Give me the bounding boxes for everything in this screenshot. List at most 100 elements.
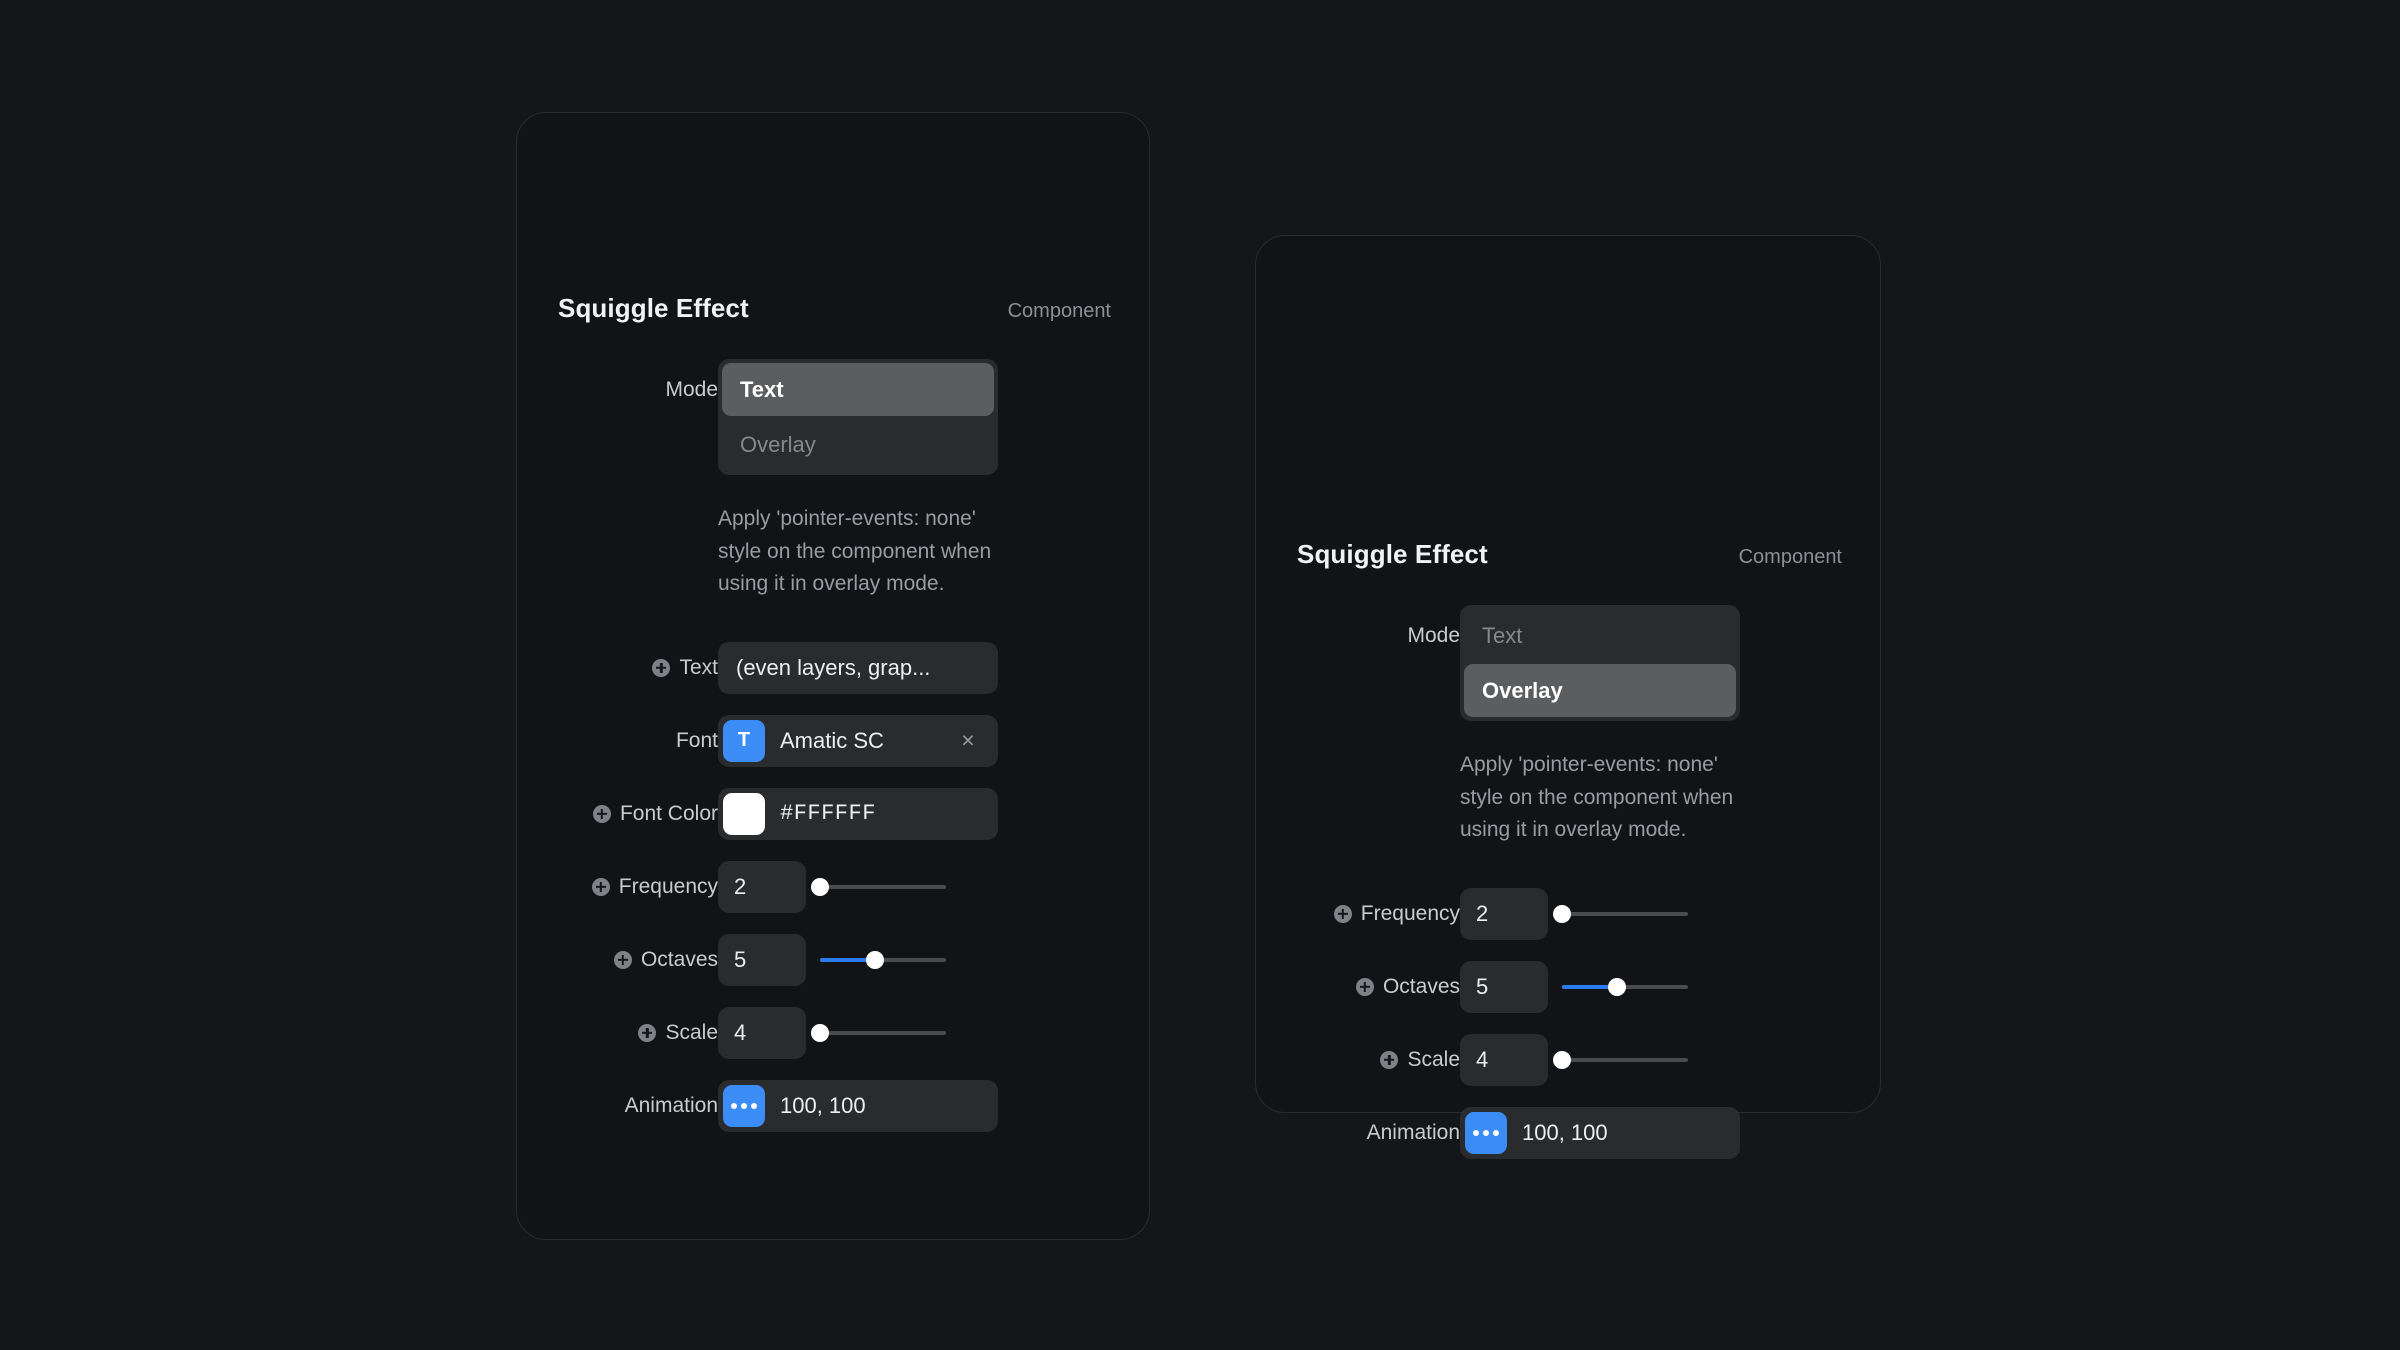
add-variable-icon[interactable] bbox=[1333, 904, 1352, 923]
font-color-label-text: Font Color bbox=[619, 802, 718, 826]
scale-label-text: Scale bbox=[1407, 1048, 1460, 1072]
add-variable-icon[interactable] bbox=[613, 950, 632, 969]
row-font: Font T Amatic SC × bbox=[517, 714, 1149, 767]
octaves-control-wrap: 5 bbox=[1460, 960, 1842, 1013]
row-mode-hint: Apply 'pointer-events: none' style on th… bbox=[517, 503, 1149, 601]
row-font-color: Font Color #FFFFFF bbox=[517, 787, 1149, 840]
properties-rows: Mode Text Overlay Apply 'pointer-events:… bbox=[517, 359, 1149, 1132]
row-label-frequency: Frequency bbox=[1297, 888, 1460, 940]
row-octaves: Octaves 5 bbox=[1256, 960, 1880, 1013]
scale-slider[interactable] bbox=[1553, 1050, 1688, 1070]
animation-label-text: Animation bbox=[1366, 1121, 1460, 1145]
slider-track bbox=[820, 884, 946, 889]
page-title: Squiggle Effect bbox=[558, 293, 749, 323]
row-label-octaves: Octaves bbox=[558, 934, 718, 986]
animation-label-text: Animation bbox=[624, 1094, 718, 1118]
hint-wrap: Apply 'pointer-events: none' style on th… bbox=[718, 503, 1111, 601]
font-color-control-wrap: #FFFFFF bbox=[718, 787, 1111, 840]
row-mode: Mode Text Overlay bbox=[1256, 605, 1880, 721]
font-name-value: Amatic SC bbox=[780, 727, 884, 753]
ellipsis-icon[interactable] bbox=[1465, 1111, 1507, 1154]
slider-track bbox=[1562, 1057, 1688, 1062]
scale-slider[interactable] bbox=[811, 1023, 946, 1043]
animation-picker[interactable]: 100, 100 bbox=[718, 1079, 998, 1132]
row-label-text: Text bbox=[558, 642, 718, 694]
row-frequency: Frequency 2 bbox=[1256, 887, 1880, 940]
frequency-input[interactable]: 2 bbox=[1460, 887, 1548, 940]
frequency-input[interactable]: 2 bbox=[718, 860, 806, 913]
slider-thumb[interactable] bbox=[1553, 1050, 1571, 1069]
properties-panel-overlay-mode: Squiggle Effect Component Mode Text Over… bbox=[1255, 235, 1881, 1159]
page-title: Squiggle Effect bbox=[1297, 539, 1488, 569]
panel-kind-label: Component bbox=[1007, 300, 1111, 322]
mode-option-text[interactable]: Text bbox=[1464, 609, 1736, 662]
ellipsis-icon[interactable] bbox=[723, 1084, 765, 1127]
slider-thumb[interactable] bbox=[1608, 977, 1627, 996]
add-variable-icon[interactable] bbox=[591, 877, 610, 896]
row-frequency: Frequency 2 bbox=[517, 860, 1149, 913]
mode-option-overlay[interactable]: Overlay bbox=[1464, 664, 1736, 717]
mode-option-text[interactable]: Text bbox=[722, 363, 994, 416]
close-icon[interactable]: × bbox=[954, 727, 982, 754]
animation-value: 100, 100 bbox=[780, 1092, 866, 1118]
font-control-wrap: T Amatic SC × bbox=[718, 714, 1111, 767]
row-mode: Mode Text Overlay bbox=[517, 359, 1149, 475]
font-label-text: Font bbox=[675, 729, 718, 753]
slider-thumb[interactable] bbox=[1553, 904, 1571, 923]
properties-panel-text-mode: Squiggle Effect Component Mode Text Over… bbox=[516, 112, 1150, 1240]
row-animation: Animation 100, 100 bbox=[517, 1079, 1149, 1132]
slider-thumb[interactable] bbox=[811, 1023, 829, 1042]
mode-segmented-control[interactable]: Text Overlay bbox=[718, 359, 998, 475]
mode-option-overlay[interactable]: Overlay bbox=[722, 418, 994, 471]
octaves-control-wrap: 5 bbox=[718, 933, 1111, 986]
add-variable-icon[interactable] bbox=[1380, 1050, 1399, 1069]
row-label-animation: Animation bbox=[558, 1080, 718, 1132]
mode-control-wrap: Text Overlay bbox=[718, 359, 1111, 475]
add-variable-icon[interactable] bbox=[592, 804, 611, 823]
color-picker[interactable]: #FFFFFF bbox=[718, 787, 998, 840]
screen: Squiggle Effect Component Mode Text Over… bbox=[0, 0, 2400, 1350]
frequency-label-text: Frequency bbox=[618, 875, 718, 899]
scale-input[interactable]: 4 bbox=[1460, 1033, 1548, 1086]
add-variable-icon[interactable] bbox=[652, 658, 671, 677]
typography-icon: T bbox=[723, 719, 765, 762]
text-input[interactable]: (even layers, grap... bbox=[718, 641, 998, 694]
octaves-slider[interactable] bbox=[1562, 977, 1688, 997]
slider-track bbox=[820, 1030, 946, 1035]
add-variable-icon[interactable] bbox=[1355, 977, 1374, 996]
slider-thumb[interactable] bbox=[811, 877, 829, 896]
panel-kind-label: Component bbox=[1738, 546, 1842, 568]
animation-picker[interactable]: 100, 100 bbox=[1460, 1106, 1740, 1159]
octaves-label-text: Octaves bbox=[1382, 975, 1460, 999]
frequency-slider[interactable] bbox=[811, 877, 946, 897]
octaves-input[interactable]: 5 bbox=[718, 933, 806, 986]
frequency-slider[interactable] bbox=[1553, 904, 1688, 924]
mode-hint-text: Apply 'pointer-events: none' style on th… bbox=[1460, 753, 1734, 842]
scale-control-wrap: 4 bbox=[718, 1006, 1111, 1059]
row-scale: Scale 4 bbox=[1256, 1033, 1880, 1086]
row-label-font: Font bbox=[558, 715, 718, 767]
row-scale: Scale 4 bbox=[517, 1006, 1149, 1059]
row-label-scale: Scale bbox=[558, 1007, 718, 1059]
add-variable-icon[interactable] bbox=[638, 1023, 657, 1042]
scale-label-text: Scale bbox=[665, 1021, 718, 1045]
octaves-slider[interactable] bbox=[820, 950, 946, 970]
panel-header: Squiggle Effect Component bbox=[1256, 539, 1880, 570]
properties-rows: Mode Text Overlay Apply 'pointer-events:… bbox=[1256, 605, 1880, 1159]
frequency-label-text: Frequency bbox=[1360, 902, 1460, 926]
scale-input[interactable]: 4 bbox=[718, 1006, 806, 1059]
mode-segmented-control[interactable]: Text Overlay bbox=[1460, 605, 1740, 721]
slider-thumb[interactable] bbox=[866, 950, 885, 969]
font-picker[interactable]: T Amatic SC × bbox=[718, 714, 998, 767]
row-label-font-color: Font Color bbox=[558, 788, 718, 840]
octaves-label-text: Octaves bbox=[640, 948, 718, 972]
row-label-mode: Mode bbox=[1297, 605, 1460, 648]
row-label-scale: Scale bbox=[1297, 1034, 1460, 1086]
mode-hint-text: Apply 'pointer-events: none' style on th… bbox=[718, 507, 992, 596]
animation-value: 100, 100 bbox=[1522, 1119, 1608, 1145]
mode-control-wrap: Text Overlay bbox=[1460, 605, 1842, 721]
animation-control-wrap: 100, 100 bbox=[1460, 1106, 1842, 1159]
row-animation: Animation 100, 100 bbox=[1256, 1106, 1880, 1159]
color-swatch-icon[interactable] bbox=[723, 792, 765, 835]
octaves-input[interactable]: 5 bbox=[1460, 960, 1548, 1013]
